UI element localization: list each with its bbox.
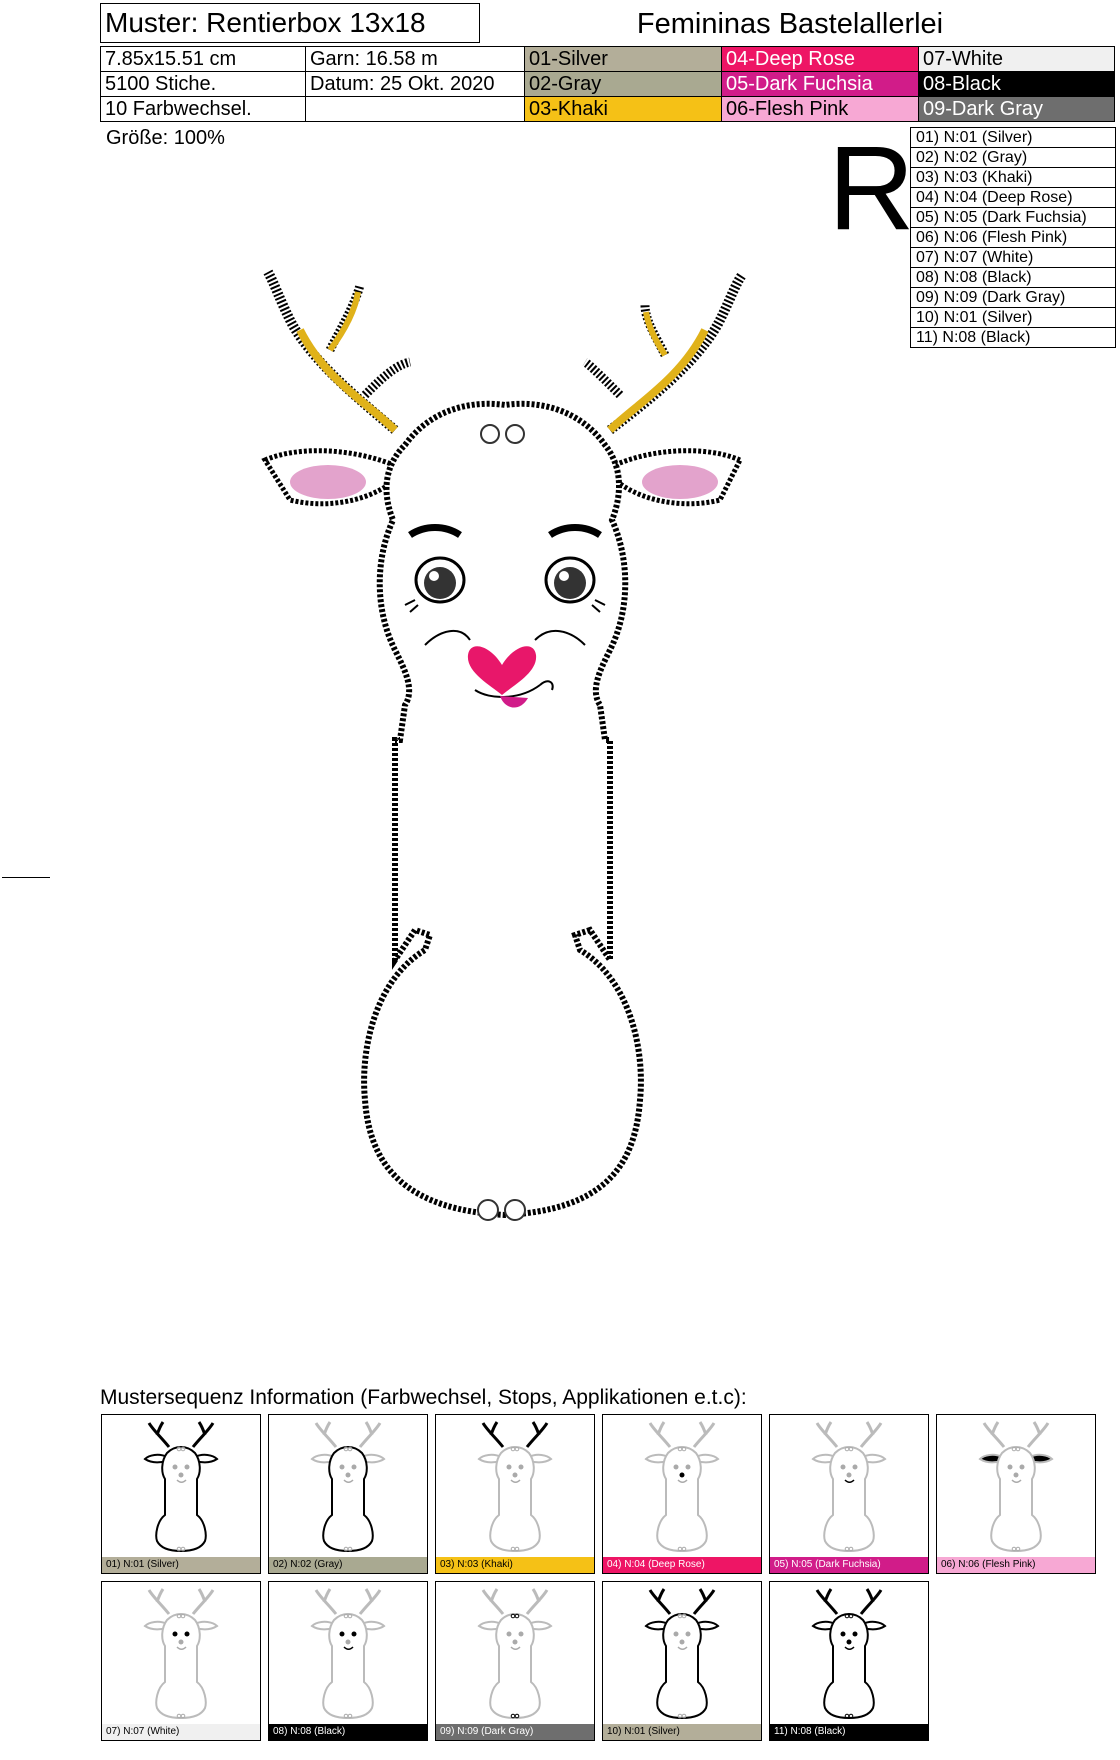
thumbnail-caption: 08) N:08 (Black)	[269, 1724, 427, 1740]
thumbnail-caption: 09) N:09 (Dark Gray)	[436, 1724, 594, 1740]
sequence-thumbnail: 04) N:04 (Deep Rose)	[602, 1414, 762, 1574]
sequence-thumbnail: 05) N:05 (Dark Fuchsia)	[769, 1414, 929, 1574]
thumbnail-reindeer-icon	[644, 1421, 720, 1553]
thumbnail-caption: 02) N:02 (Gray)	[269, 1557, 427, 1573]
thumbnail-reindeer-icon	[310, 1588, 386, 1720]
body-outline	[361, 400, 644, 1219]
thumbnail-caption: 07) N:07 (White)	[102, 1724, 260, 1740]
thumbnail-reindeer-icon	[811, 1421, 887, 1553]
thumbnail-caption: 11) N:08 (Black)	[770, 1724, 928, 1740]
reindeer-design	[261, 269, 747, 1221]
sequence-thumbnail: 09) N:09 (Dark Gray)	[435, 1581, 595, 1741]
ear-right	[601, 448, 744, 507]
top-dot-left	[480, 424, 500, 444]
thumbnail-reindeer-icon	[811, 1588, 887, 1720]
sequence-thumbnail: 08) N:08 (Black)	[268, 1581, 428, 1741]
thumbnail-reindeer-icon	[978, 1421, 1054, 1553]
thumbnail-reindeer-icon	[644, 1588, 720, 1720]
thumbnail-caption: 01) N:01 (Silver)	[102, 1557, 260, 1573]
antler-right	[582, 272, 747, 434]
page-mark	[2, 877, 50, 878]
sequence-thumbnail: 10) N:01 (Silver)	[602, 1581, 762, 1741]
thumbnail-caption: 10) N:01 (Silver)	[603, 1724, 761, 1740]
thumbnail-reindeer-icon	[143, 1421, 219, 1553]
thumbnail-reindeer-icon	[143, 1588, 219, 1720]
thumbnail-caption: 03) N:03 (Khaki)	[436, 1557, 594, 1573]
thumbnail-reindeer-icon	[477, 1421, 553, 1553]
thumbnail-reindeer-icon	[310, 1421, 386, 1553]
bottom-dot-right	[504, 1199, 526, 1221]
sequence-thumbnail: 11) N:08 (Black)	[769, 1581, 929, 1741]
sequence-thumbnail: 07) N:07 (White)	[101, 1581, 261, 1741]
bottom-dot-left	[477, 1199, 499, 1221]
ear-left	[261, 448, 409, 507]
top-dot-right	[505, 424, 525, 444]
sequence-thumbnail: 03) N:03 (Khaki)	[435, 1414, 595, 1574]
antler-left	[263, 269, 412, 434]
thumbnail-caption: 06) N:06 (Flesh Pink)	[937, 1557, 1095, 1573]
sequence-thumbnail: 02) N:02 (Gray)	[268, 1414, 428, 1574]
thumbnail-caption: 04) N:04 (Deep Rose)	[603, 1557, 761, 1573]
sequence-thumbnail: 01) N:01 (Silver)	[101, 1414, 261, 1574]
thumbnail-caption: 05) N:05 (Dark Fuchsia)	[770, 1557, 928, 1573]
sequence-title: Mustersequenz Information (Farbwechsel, …	[100, 1386, 747, 1409]
thumbnail-reindeer-icon	[477, 1588, 553, 1720]
sequence-thumbnail: 06) N:06 (Flesh Pink)	[936, 1414, 1096, 1574]
